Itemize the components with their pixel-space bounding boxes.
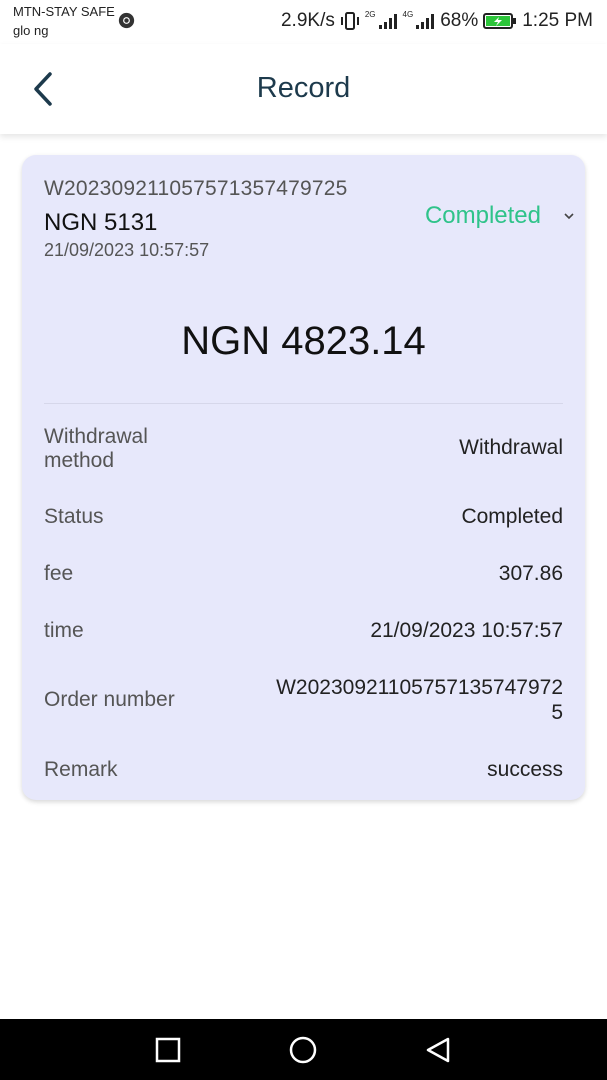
detail-label: fee [44,562,74,585]
secondary-carrier-name: glo ng [13,23,49,38]
detail-value: 307.86 [498,562,563,585]
status-badge: Completed [424,202,541,229]
vibrate-icon [340,12,359,30]
order-id: W2023092110575713574797​25 [44,177,348,200]
square-icon[interactable] [153,1035,183,1065]
carrier-name: MTN-STAY SAFE [13,4,115,19]
battery-percent: 68% [440,10,479,31]
signal-icon [378,14,397,29]
detail-label: time [44,619,84,642]
detail-label: Order number [44,688,175,711]
detail-value: W2023092110575713574797​2 [276,676,563,699]
network-type-sim2: 4G [402,10,414,19]
total-amount: NGN 4823.14 [181,319,426,363]
detail-value: Completed [461,505,563,528]
detail-value: success [487,758,563,781]
divider [44,403,563,404]
detail-value: 5 [551,701,563,724]
status-icons: 2.9K/s 2G 4G 68% 1:25 PM [281,9,593,33]
circle-icon[interactable] [288,1035,318,1065]
page-title: Record [256,72,351,104]
detail-label: Remark [44,758,118,781]
status-bar: MTN-STAY SAFE glo ng 2.9K/s 2G 4G 68% 1:… [0,0,607,44]
app-header: Record [0,44,607,134]
order-amount: NGN 5131 [44,209,158,236]
battery-icon [483,13,517,29]
detail-label: Status [44,505,104,528]
order-date: 21/09/2023 10:57:57 [44,240,210,260]
detail-label: Withdrawal method [44,425,148,472]
network-speed: 2.9K/s [280,10,335,31]
system-navigation-bar [0,1019,607,1080]
chevron-down-icon[interactable] [563,211,575,221]
signal-icon [416,14,435,29]
detail-value: Withdrawal [459,436,563,459]
clock: 1:25 PM [522,10,593,31]
detail-value: 21/09/2023 10:57:57 [370,619,563,642]
chrome-icon [118,12,135,29]
record-card[interactable]: W2023092110575713574797​25 NGN 5131 21/0… [22,155,585,800]
triangle-back-icon[interactable] [423,1035,453,1065]
network-type-sim1: 2G [364,10,376,19]
